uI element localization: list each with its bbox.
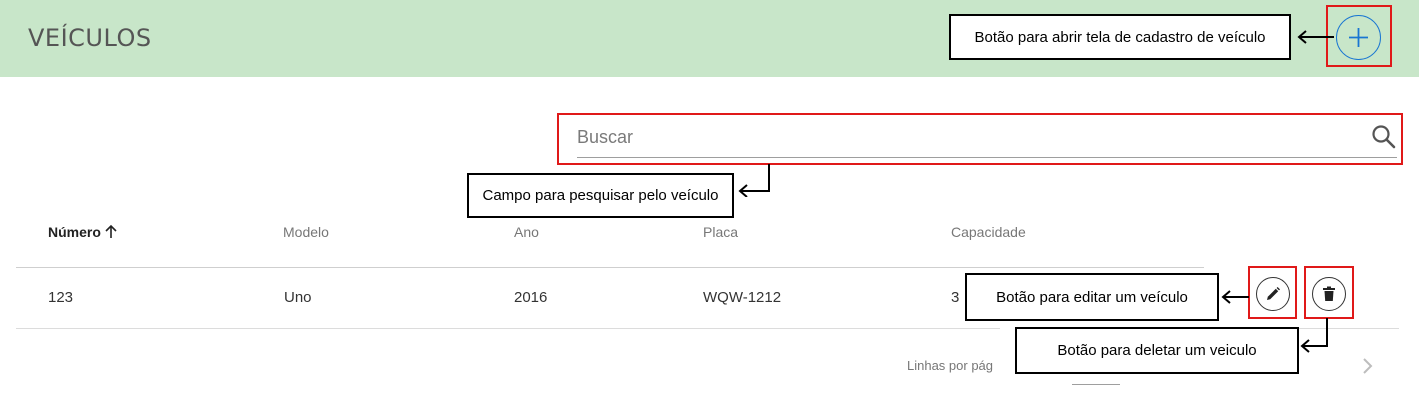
- edit-button[interactable]: [1256, 277, 1290, 311]
- rows-per-page-label: Linhas por pág: [907, 358, 994, 373]
- callout-add-text: Botão para abrir tela de cadastro de veí…: [974, 28, 1266, 46]
- callout-edit: Botão para editar um veículo: [965, 273, 1219, 321]
- callout-delete: Botão para deletar um veiculo: [1015, 327, 1299, 374]
- column-header-numero[interactable]: Número: [48, 224, 119, 240]
- arrow-to-search: [738, 164, 770, 197]
- cell-numero: 123: [48, 289, 74, 306]
- search-icon[interactable]: [1371, 124, 1397, 150]
- search-underline: [577, 157, 1397, 158]
- cell-capacidade: 3: [951, 289, 960, 306]
- arrow-to-edit: [1221, 290, 1249, 304]
- page-title: VEÍCULOS: [28, 24, 152, 52]
- cell-ano: 2016: [514, 289, 548, 306]
- trash-icon: [1323, 286, 1335, 301]
- callout-search: Campo para pesquisar pelo veículo: [467, 173, 734, 218]
- add-vehicle-button[interactable]: [1336, 15, 1381, 60]
- pencil-icon: [1267, 287, 1280, 300]
- cell-placa: WQW-1212: [703, 289, 782, 306]
- column-header-placa[interactable]: Placa: [703, 224, 738, 240]
- column-header-label: Número: [48, 224, 101, 240]
- callout-add-button: Botão para abrir tela de cadastro de veí…: [949, 14, 1291, 60]
- arrow-to-add-button: [1297, 30, 1334, 44]
- column-header-ano[interactable]: Ano: [514, 224, 539, 240]
- arrow-to-delete: [1300, 318, 1328, 353]
- cell-modelo: Uno: [284, 289, 312, 306]
- header-divider: [16, 267, 1204, 268]
- search-input[interactable]: [577, 122, 1397, 152]
- column-header-modelo[interactable]: Modelo: [283, 224, 329, 240]
- rows-per-page-select[interactable]: [1072, 384, 1120, 385]
- callout-delete-text: Botão para deletar um veiculo: [1057, 342, 1257, 359]
- arrow-up-icon: [105, 224, 117, 238]
- column-header-capacidade[interactable]: Capacidade: [951, 224, 1026, 240]
- callout-edit-text: Botão para editar um veículo: [996, 288, 1188, 306]
- callout-search-text: Campo para pesquisar pelo veículo: [482, 187, 719, 204]
- delete-button[interactable]: [1312, 277, 1346, 311]
- plus-icon: [1349, 28, 1368, 47]
- row-divider: [16, 328, 1000, 329]
- chevron-right-icon[interactable]: [1360, 357, 1374, 375]
